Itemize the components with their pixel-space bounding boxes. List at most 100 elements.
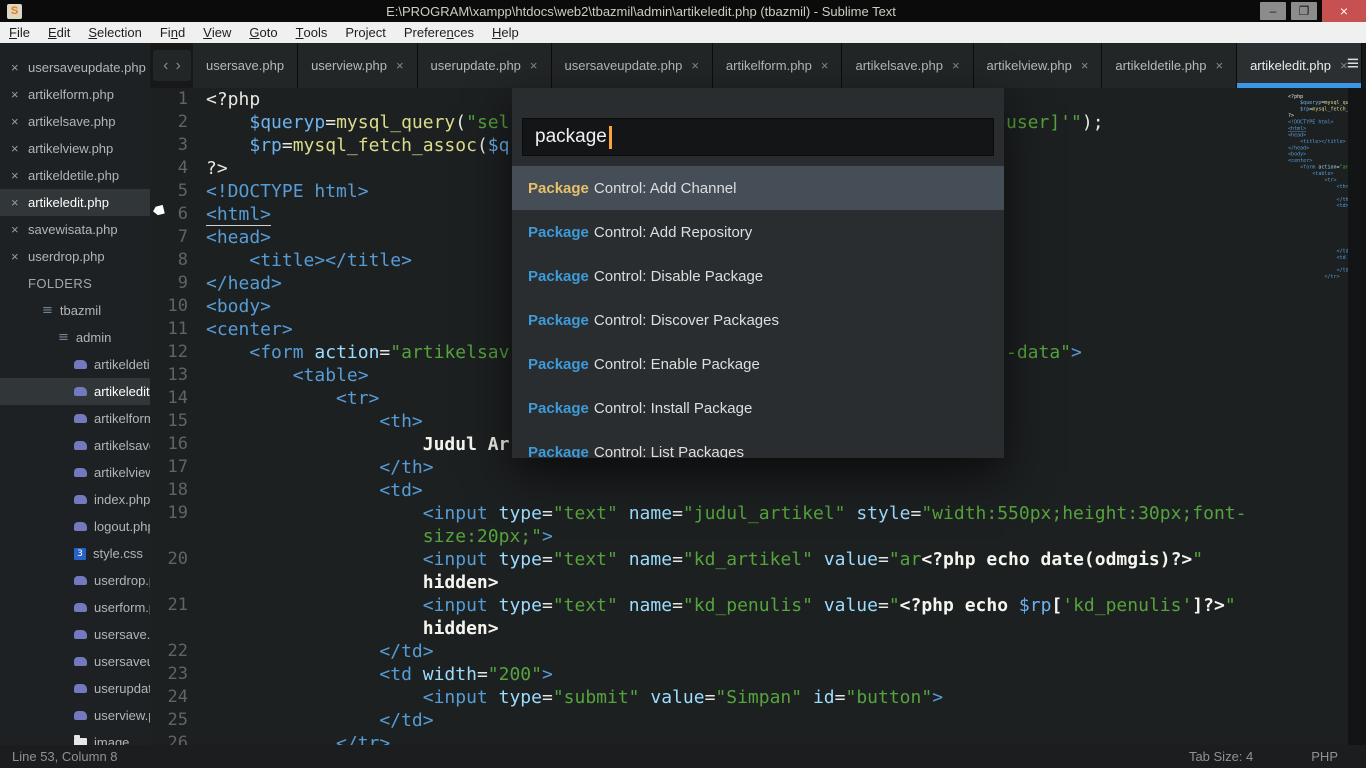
minimize-button[interactable]: – (1260, 2, 1286, 20)
tree-item[interactable]: artikelsave.php (0, 432, 150, 459)
palette-item[interactable]: Package Control: Install Package (512, 386, 1004, 430)
menu-tools[interactable]: Tools (287, 22, 337, 43)
tree-item[interactable]: 3 style.css (0, 540, 150, 567)
token: mysql_fetch_assoc (292, 135, 477, 156)
open-file-item[interactable]: × userdrop.php (0, 243, 150, 270)
tree-item[interactable]: userupdate.php (0, 675, 150, 702)
tree-item[interactable]: artikelview.php (0, 459, 150, 486)
tree-item[interactable]: artikelform.php (0, 405, 150, 432)
tab-size-indicator[interactable]: Tab Size: 4 (1189, 749, 1253, 764)
menu-project[interactable]: Project (336, 22, 394, 43)
file-name: usersaveupdate.php (94, 654, 150, 669)
minimap[interactable]: <?php $queryp=mysql_query("seluser]'"); … (1286, 88, 1348, 745)
tab-scroll-nav[interactable]: ‹ › (153, 50, 191, 81)
palette-item[interactable]: Package Control: Discover Packages (512, 298, 1004, 342)
tree-item[interactable]: index.php (0, 486, 150, 513)
syntax-indicator[interactable]: PHP (1311, 749, 1338, 764)
tree-item[interactable]: artikeledit.php (0, 378, 150, 405)
tab-label: userupdate.php (430, 58, 521, 73)
close-icon[interactable]: × (396, 58, 404, 73)
tree-item[interactable]: image (0, 729, 150, 745)
palette-item[interactable]: Package Control: Enable Package (512, 342, 1004, 386)
tree-item[interactable]: userview.php (0, 702, 150, 729)
menu-edit[interactable]: Edit (39, 22, 79, 43)
command-palette-input[interactable]: package (522, 118, 994, 156)
tree-item[interactable]: ≡ admin (0, 324, 150, 351)
tree-item[interactable]: artikeldetile.php (0, 351, 150, 378)
close-icon[interactable]: × (11, 114, 28, 129)
token: type (498, 595, 542, 616)
close-icon[interactable]: × (952, 58, 960, 73)
line-number: 3 (177, 135, 188, 155)
scrollbar-track[interactable] (1348, 88, 1366, 745)
tab-artikelform.php[interactable]: artikelform.php × (712, 43, 843, 88)
open-file-item[interactable]: × artikelview.php (0, 135, 150, 162)
token: "text" (552, 549, 618, 570)
palette-item-text: Control: Add Repository (593, 223, 753, 241)
tab-artikeldetile.php[interactable]: artikeldetile.php × (1102, 43, 1238, 88)
php-file-icon (74, 360, 87, 369)
tree-item[interactable]: userform.php (0, 594, 150, 621)
tree-item[interactable]: usersaveupdate.php (0, 648, 150, 675)
palette-item[interactable]: Package Control: Disable Package (512, 254, 1004, 298)
open-file-item[interactable]: × artikeledit.php (0, 189, 150, 216)
close-icon[interactable]: × (11, 195, 28, 210)
close-icon[interactable]: × (11, 249, 28, 264)
menu-find[interactable]: Fi n d (151, 22, 194, 43)
close-icon[interactable]: × (11, 222, 28, 237)
close-icon[interactable]: × (11, 87, 28, 102)
palette-item-text: Control: Enable Package (593, 355, 760, 373)
token: <?php (206, 89, 261, 110)
close-icon[interactable]: × (530, 58, 538, 73)
token: <input (422, 549, 488, 570)
menu-file[interactable]: File (0, 22, 39, 43)
tab-usersaveupdate.php[interactable]: usersaveupdate.php × (551, 43, 713, 88)
tree-item[interactable]: userdrop.php (0, 567, 150, 594)
menu-preferences[interactable]: Prefere n ces (395, 22, 483, 43)
tab-artikeledit.php[interactable]: artikeledit.php × (1237, 43, 1362, 88)
open-file-item[interactable]: × artikelform.php (0, 81, 150, 108)
open-file-item[interactable]: × artikelsave.php (0, 108, 150, 135)
chevron-left-icon[interactable]: ‹ (163, 57, 168, 75)
php-file-icon (74, 522, 87, 531)
restore-button[interactable]: ❐ (1291, 2, 1317, 20)
palette-item[interactable]: Package Control: Add Repository (512, 210, 1004, 254)
tab-userupdate.php[interactable]: userupdate.php × (417, 43, 552, 88)
token: <body> (206, 296, 272, 317)
tab-userview.php[interactable]: userview.php × (298, 43, 418, 88)
token: Judul Ar (422, 434, 510, 455)
close-icon[interactable]: × (11, 168, 28, 183)
php-file-icon (74, 414, 87, 423)
code-line: 24 <input type="submit" value="Simpan" i… (150, 686, 1286, 709)
close-icon[interactable]: × (1081, 58, 1089, 73)
open-files-list: × usersaveupdate.php × artikelform.php × arti… (0, 54, 150, 270)
close-icon[interactable]: × (691, 58, 699, 73)
php-file-icon (74, 495, 87, 504)
tree-item[interactable]: logout.php (0, 513, 150, 540)
tab-overflow-menu-icon[interactable]: ≡ (1347, 51, 1359, 77)
token: <title></title> (249, 250, 412, 271)
menu-goto[interactable]: Goto (240, 22, 286, 43)
tab-artikelview.php[interactable]: artikelview.php × (973, 43, 1103, 88)
close-button[interactable]: × (1322, 0, 1366, 22)
token: ?> (206, 158, 228, 179)
close-icon[interactable]: × (11, 60, 28, 75)
chevron-right-icon[interactable]: › (176, 57, 181, 75)
tab-artikelsave.php[interactable]: artikelsave.php × (842, 43, 974, 88)
close-icon[interactable]: × (11, 141, 28, 156)
tree-item[interactable]: usersave.php (0, 621, 150, 648)
palette-item[interactable]: Package Control: List Packages (512, 430, 1004, 459)
token: = (541, 549, 553, 570)
close-icon[interactable]: × (821, 58, 829, 73)
open-file-item[interactable]: × savewisata.php (0, 216, 150, 243)
menu-view[interactable]: View (194, 22, 240, 43)
close-icon[interactable]: × (1215, 58, 1223, 73)
menu-selection[interactable]: Selection (79, 22, 150, 43)
menu-help[interactable]: Help (483, 22, 528, 43)
tab-usersave.php[interactable]: usersave.php (193, 43, 299, 88)
palette-item[interactable]: Package Control: Add Channel (512, 166, 1004, 210)
tree-item[interactable]: ≡ tbazmil (0, 297, 150, 324)
token: = (379, 342, 391, 363)
open-file-item[interactable]: × artikeldetile.php (0, 162, 150, 189)
open-file-item[interactable]: × usersaveupdate.php (0, 54, 150, 81)
